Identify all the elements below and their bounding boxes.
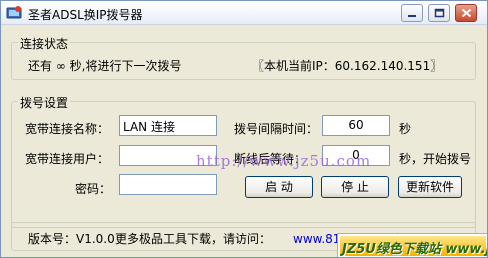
app-window: 圣者ADSL换IP拨号器 连接状态 还有 ∞ 秒,将进行下一次拨号 〖本机当前I… — [0, 0, 488, 258]
password-input[interactable] — [119, 174, 217, 195]
watermark-url: http://www.jz5u.com — [196, 152, 372, 170]
minimize-icon — [408, 15, 416, 17]
update-software-button[interactable]: 更新软件 — [398, 176, 462, 198]
status-group: 连接状态 还有 ∞ 秒,将进行下一次拨号 〖本机当前IP：60.162.140.… — [11, 35, 476, 80]
promo-text: 更多极品工具下载，请访问： — [115, 232, 272, 246]
window-title: 圣者ADSL换IP拨号器 — [28, 8, 143, 22]
interval-label: 拨号间隔时间： — [234, 122, 319, 136]
password-label: 密码： — [75, 182, 112, 196]
start-button[interactable]: 启 动 — [245, 176, 313, 198]
status-group-legend: 连接状态 — [18, 35, 71, 52]
version-text: 版本号：V1.0.0 — [28, 232, 115, 246]
close-button[interactable] — [455, 4, 477, 22]
conn-name-label: 宽带连接名称： — [25, 122, 110, 136]
conn-user-label: 宽带连接用户： — [25, 152, 110, 166]
maximize-icon — [434, 8, 445, 18]
dial-group-legend: 拨号设置 — [18, 94, 71, 111]
conn-name-input[interactable]: LAN 连接 — [119, 115, 217, 136]
watermark-badge: JZ5U绿色下载站 www.jz5u.com — [337, 233, 487, 257]
title-bar[interactable]: 圣者ADSL换IP拨号器 — [1, 1, 487, 25]
close-icon — [461, 8, 472, 18]
wait-unit: 秒，开始拨号 — [399, 152, 472, 166]
app-icon — [6, 5, 22, 21]
interval-input[interactable]: 60 — [322, 115, 390, 136]
minimize-button[interactable] — [401, 4, 423, 22]
current-ip-display: 〖本机当前IP：60.162.140.151〗 — [252, 59, 443, 73]
maximize-button[interactable] — [428, 4, 450, 22]
interval-unit: 秒 — [399, 122, 412, 136]
countdown-message: 还有 ∞ 秒,将进行下一次拨号 — [28, 59, 182, 73]
client-area: 连接状态 还有 ∞ 秒,将进行下一次拨号 〖本机当前IP：60.162.140.… — [4, 26, 484, 256]
badge-text: JZ5U绿色下载站 www.jz5u.com — [342, 242, 487, 257]
stop-button[interactable]: 停 止 — [321, 176, 389, 198]
